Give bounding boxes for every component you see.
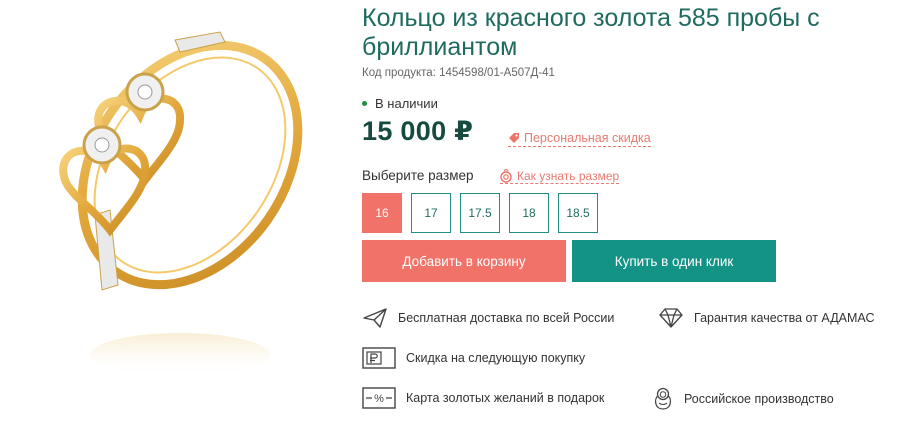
product-sku: Код продукта: 1454598/01-А507Д-41 [362,67,555,79]
size-help-link[interactable]: Как узнать размер [500,169,620,184]
svg-text:%: % [374,393,384,405]
in-stock-dot-icon [362,101,367,106]
stock-status: В наличии [362,96,438,111]
size-help-label: Как узнать размер [517,169,620,183]
diamond-icon [659,308,683,328]
personal-discount-link[interactable]: Персональная скидка [508,131,651,147]
feature-russian-production: Российское производство [652,387,834,411]
stock-text: В наличии [375,96,438,111]
feature-next-purchase-discount: Скидка на следующую покупку [362,347,585,369]
feature-quality-guarantee: Гарантия качества от АДАМАС [658,307,875,329]
add-to-cart-button[interactable]: Добавить в корзину [362,240,566,282]
feature-text: Российское производство [684,392,834,406]
feature-text: Бесплатная доставка по всей России [398,311,615,325]
size-options: 16 17 17.5 18 18.5 [362,193,607,233]
size-picker-label: Выберите размер [362,168,474,183]
tag-icon [509,133,519,143]
sku-value: 1454598/01-А507Д-41 [439,67,555,79]
ruble-card-icon [362,347,396,369]
size-option-18-5[interactable]: 18.5 [558,193,598,233]
ring-size-icon [500,169,512,183]
feature-text: Скидка на следующую покупку [406,351,586,365]
paper-plane-icon [363,308,387,328]
matryoshka-icon [654,387,672,410]
feature-text: Гарантия качества от АДАМАС [694,311,875,325]
size-option-17[interactable]: 17 [411,193,451,233]
buy-one-click-button[interactable]: Купить в один клик [572,240,776,282]
personal-discount-label: Персональная скидка [524,131,651,145]
size-option-16[interactable]: 16 [362,193,402,233]
product-price: 15 000 ₽ [362,116,474,146]
feature-text: Карта золотых желаний в подарок [406,391,605,405]
product-title: Кольцо из красного золота 585 пробы с бр… [362,4,820,61]
sku-label: Код продукта: [362,67,436,79]
size-option-17-5[interactable]: 17.5 [460,193,500,233]
product-image[interactable] [30,20,330,420]
percent-card-icon: % [362,387,396,409]
size-option-18[interactable]: 18 [509,193,549,233]
feature-free-delivery: Бесплатная доставка по всей России [362,307,614,329]
feature-gold-wishes-card: % Карта золотых желаний в подарок [362,387,604,409]
